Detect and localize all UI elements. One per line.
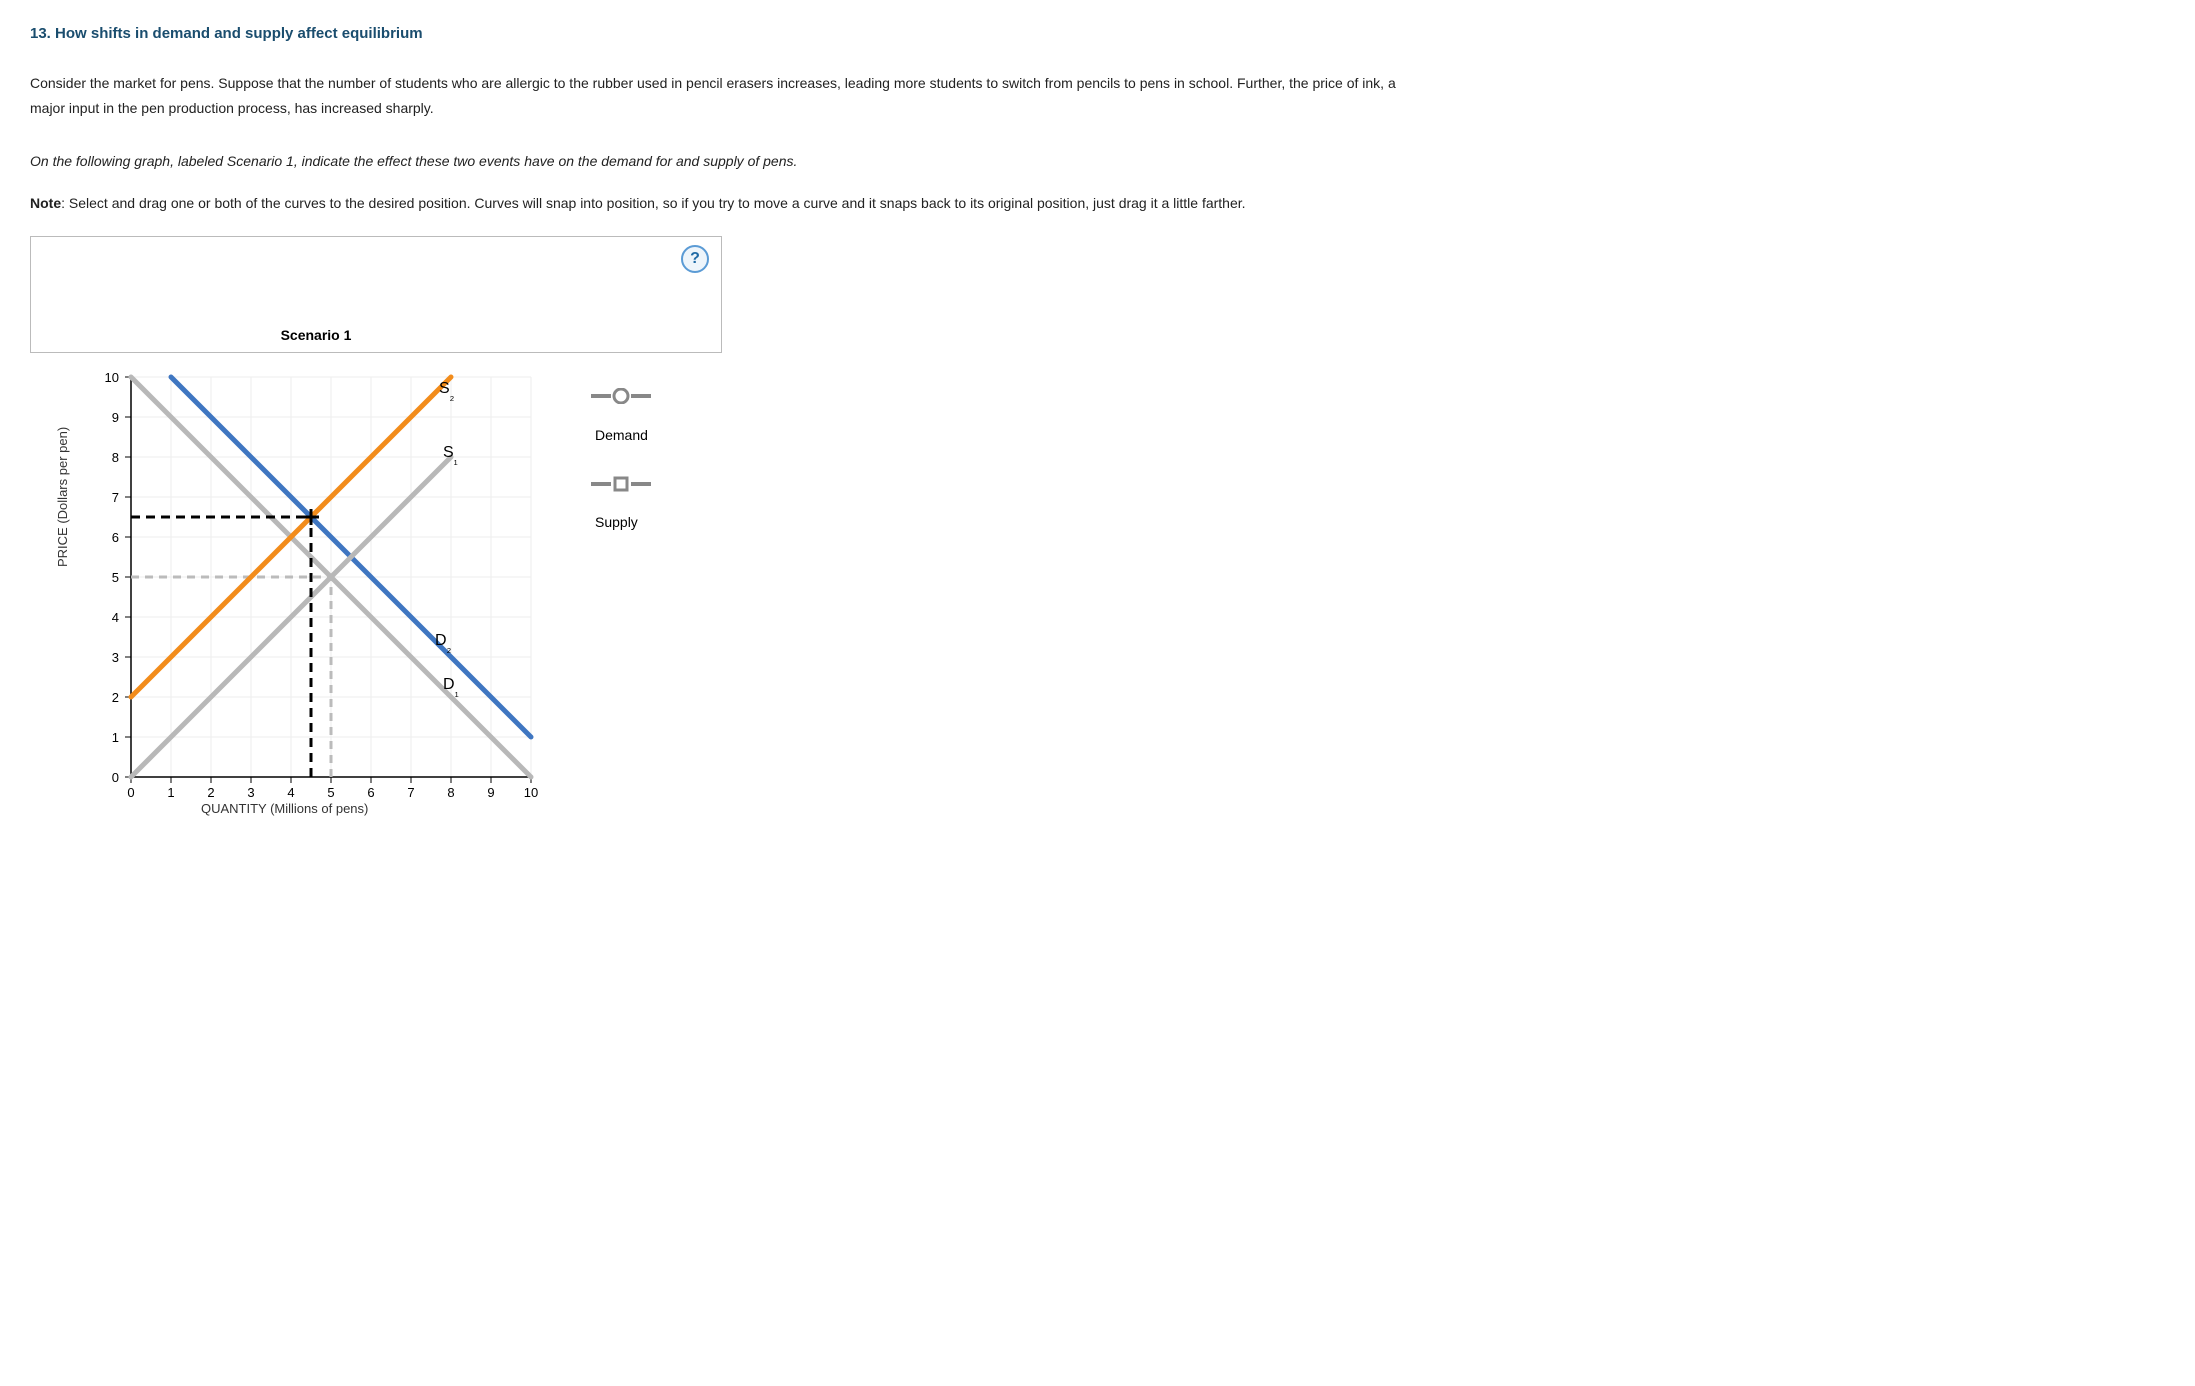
help-icon[interactable]: ? xyxy=(681,245,709,273)
curve-label-S2: S₂ xyxy=(439,380,455,403)
svg-text:1: 1 xyxy=(112,730,119,745)
svg-text:3: 3 xyxy=(112,650,119,665)
svg-text:9: 9 xyxy=(487,785,494,797)
question-prompt: Consider the market for pens. Suppose th… xyxy=(30,71,1430,121)
legend: Demand Supply xyxy=(591,387,651,561)
chart-title: Scenario 1 xyxy=(0,323,661,348)
legend-supply-label: Supply xyxy=(595,510,651,535)
note-body: : Select and drag one or both of the cur… xyxy=(61,195,1245,211)
svg-text:6: 6 xyxy=(367,785,374,797)
question-title-text: How shifts in demand and supply affect e… xyxy=(55,25,423,42)
svg-text:2: 2 xyxy=(112,690,119,705)
svg-text:10: 10 xyxy=(524,785,538,797)
svg-text:1: 1 xyxy=(167,785,174,797)
svg-text:0: 0 xyxy=(112,770,119,785)
graph-instruction: On the following graph, labeled Scenario… xyxy=(30,149,1430,174)
question-number: 13. xyxy=(30,25,51,42)
svg-text:5: 5 xyxy=(112,570,119,585)
svg-text:7: 7 xyxy=(407,785,414,797)
square-icon xyxy=(591,475,651,500)
legend-demand[interactable]: Demand xyxy=(591,387,651,448)
svg-text:5: 5 xyxy=(327,785,334,797)
question-title: 13. How shifts in demand and supply affe… xyxy=(30,20,2165,47)
chart-plot[interactable]: 012345678910012345678910D₁D₂S₁S₂ xyxy=(76,357,596,797)
svg-text:10: 10 xyxy=(105,370,119,385)
graph-container: ? Scenario 1 PRICE (Dollars per pen) 012… xyxy=(30,236,722,353)
svg-text:9: 9 xyxy=(112,410,119,425)
svg-text:2: 2 xyxy=(207,785,214,797)
svg-text:3: 3 xyxy=(247,785,254,797)
svg-text:8: 8 xyxy=(112,450,119,465)
svg-text:4: 4 xyxy=(287,785,294,797)
svg-text:0: 0 xyxy=(127,785,134,797)
svg-text:4: 4 xyxy=(112,610,119,625)
y-axis-label: PRICE (Dollars per pen) xyxy=(51,427,74,567)
graph-note: Note: Select and drag one or both of the… xyxy=(30,191,1430,216)
svg-text:7: 7 xyxy=(112,490,119,505)
legend-demand-label: Demand xyxy=(595,423,651,448)
svg-text:8: 8 xyxy=(447,785,454,797)
circle-icon xyxy=(591,387,651,412)
note-label: Note xyxy=(30,195,61,211)
legend-supply[interactable]: Supply xyxy=(591,474,651,535)
x-axis-label: QUANTITY (Millions of pens) xyxy=(201,797,368,820)
svg-text:6: 6 xyxy=(112,530,119,545)
